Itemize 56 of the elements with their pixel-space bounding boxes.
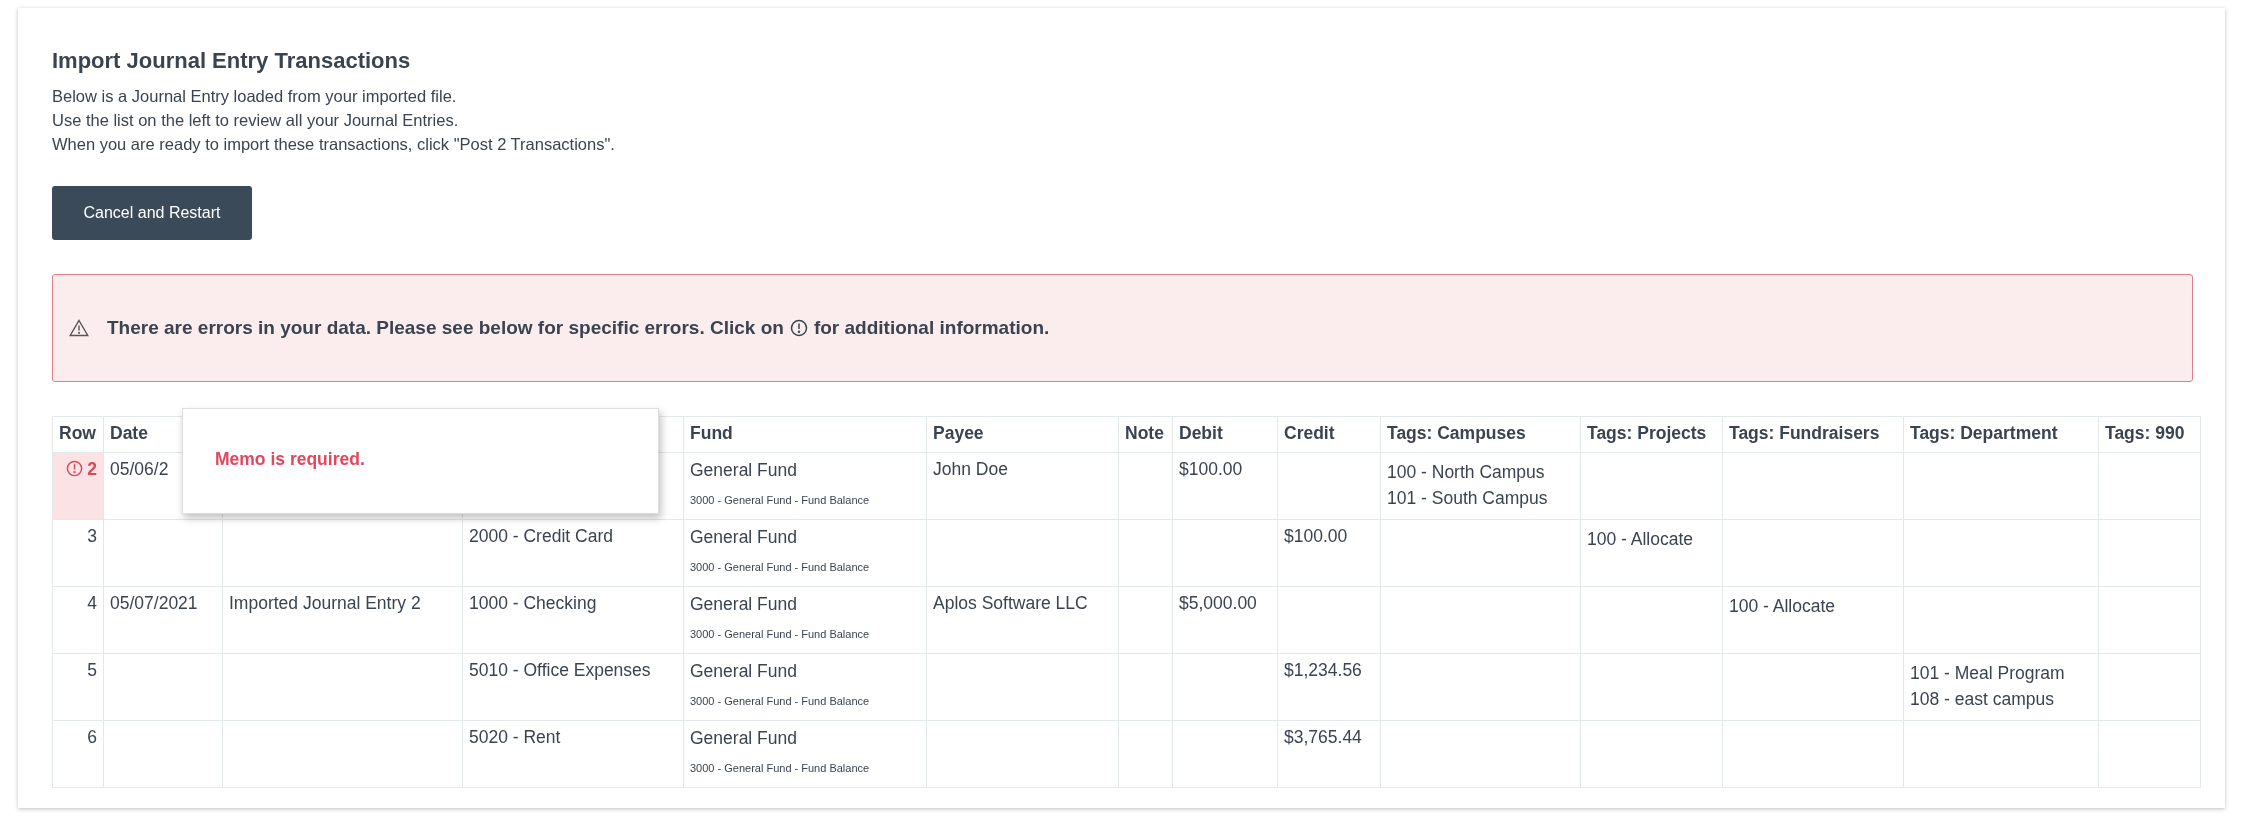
column-header: Tags: Fundraisers — [1722, 416, 1904, 453]
table-cell: Aplos Software LLC — [933, 593, 1088, 613]
fund-account: 3000 - General Fund - Fund Balance — [690, 761, 871, 776]
tag-value: 100 - Allocate — [1729, 596, 1836, 616]
table-cell: $3,765.44 — [1284, 727, 1362, 747]
cancel-restart-button[interactable]: Cancel and Restart — [52, 186, 252, 240]
table-cell: $100.00 — [1284, 526, 1348, 546]
table-cell: 5020 - Rent — [469, 727, 561, 747]
alert-circle-icon[interactable] — [66, 460, 84, 477]
table-cell: 05/07/2021 — [110, 593, 198, 613]
description-text: Below is a Journal Entry loaded from your imported file. — [52, 86, 458, 107]
column-header: Tags: Projects — [1580, 416, 1723, 453]
tag-value: 101 - Meal Program — [1910, 663, 2065, 683]
tag-value: 101 - South Campus — [1387, 488, 1548, 508]
column-header: Fund — [683, 416, 927, 453]
column-header: Debit — [1172, 416, 1278, 453]
error-text: for additional information. — [813, 317, 1050, 339]
page-title: Import Journal Entry Transactions — [52, 48, 412, 74]
fund-account: 3000 - General Fund - Fund Balance — [690, 627, 871, 642]
table-cell: $1,234.56 — [1284, 660, 1362, 680]
table-cell: Imported Journal Entry 2 — [229, 593, 421, 613]
fund-account: 3000 - General Fund - Fund Balance — [690, 560, 871, 575]
tag-value: 100 - Allocate — [1587, 529, 1694, 549]
fund-name: General Fund — [690, 593, 798, 615]
fund-name: General Fund — [690, 459, 798, 481]
row-number-cell: 6 — [52, 720, 104, 788]
error-text: There are errors in your data. Please see below for specific errors. Click on — [107, 317, 784, 339]
description-text: Use the list on the left to review all your Journal Entries. — [52, 110, 460, 131]
tag-value: 100 - North Campus — [1387, 462, 1545, 482]
fund-name: General Fund — [690, 526, 798, 548]
error-row-number-cell: 2 — [52, 452, 104, 520]
column-header: Tags: Campuses — [1380, 416, 1581, 453]
warning-icon — [69, 319, 89, 337]
description-text: When you are ready to import these transactions, click "Post 2 Transactions". — [52, 134, 616, 155]
row-number-cell: 5 — [52, 653, 104, 721]
table-cell: 5010 - Office Expenses — [469, 660, 651, 680]
row-number-cell: 4 — [52, 586, 104, 654]
alert-circle-icon — [789, 319, 808, 337]
row-number-cell: 3 — [52, 519, 104, 587]
fund-account: 3000 - General Fund - Fund Balance — [690, 493, 871, 508]
table-cell: John Doe — [933, 459, 1008, 479]
fund-account: 3000 - General Fund - Fund Balance — [690, 694, 871, 709]
fund-name: General Fund — [690, 660, 798, 682]
table-cell: 1000 - Checking — [469, 593, 597, 613]
fund-name: General Fund — [690, 727, 798, 749]
tag-value: 108 - east campus — [1910, 689, 2054, 709]
column-header: Note — [1118, 416, 1173, 453]
table-cell: 05/06/2 — [110, 459, 169, 479]
column-header: Tags: Department — [1903, 416, 2099, 453]
table-cell: $5,000.00 — [1179, 593, 1257, 613]
column-header: Row — [52, 416, 104, 453]
table-cell: 2000 - Credit Card — [469, 526, 613, 546]
column-header: Tags: 990 — [2098, 416, 2201, 453]
column-header: Credit — [1277, 416, 1381, 453]
table-cell: $100.00 — [1179, 459, 1243, 479]
column-header: Payee — [926, 416, 1119, 453]
